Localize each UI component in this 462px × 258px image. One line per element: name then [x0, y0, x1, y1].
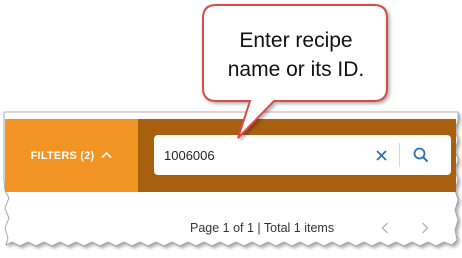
- filters-toggle-button[interactable]: FILTERS (2): [5, 119, 138, 192]
- callout-text: Enter recipe name or its ID.: [210, 26, 382, 84]
- callout-tooltip: Enter recipe name or its ID.: [202, 4, 388, 139]
- pagination-info: Page 1 of 1 | Total 1 items: [190, 221, 335, 235]
- search-divider: [399, 143, 400, 167]
- filters-label: FILTERS (2): [30, 149, 95, 162]
- chevron-up-icon: [101, 150, 112, 162]
- callout-line-1: Enter recipe: [239, 29, 353, 52]
- chevron-left-icon[interactable]: [377, 219, 393, 237]
- pagination: Page 1 of 1 | Total 1 items: [190, 218, 334, 238]
- chevron-right-icon[interactable]: [417, 219, 433, 237]
- search-icon[interactable]: [410, 144, 432, 166]
- callout-line-2: name or its ID.: [227, 58, 365, 81]
